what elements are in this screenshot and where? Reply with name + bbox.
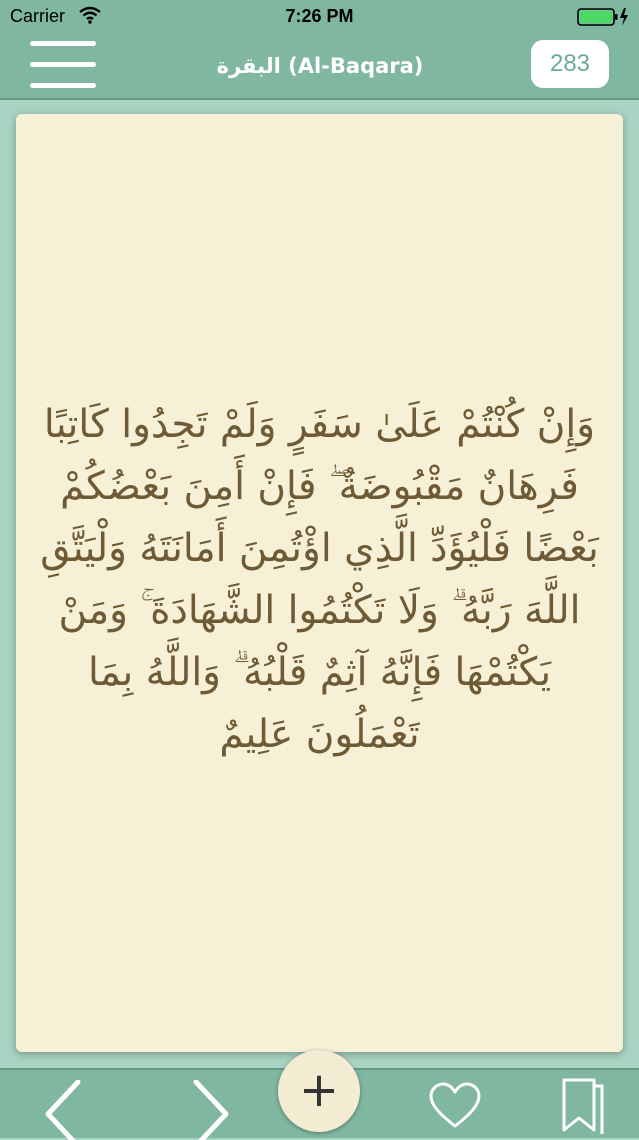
- bookmark-icon[interactable]: [558, 1078, 608, 1134]
- chevron-left-icon[interactable]: [42, 1080, 86, 1140]
- chevron-right-icon[interactable]: [188, 1080, 232, 1140]
- status-time: 7:26 PM: [285, 6, 354, 26]
- battery-charging-icon: [577, 8, 628, 26]
- page-number-badge[interactable]: 283: [531, 40, 609, 88]
- surah-title: البقرة (Al-Baqara): [216, 54, 424, 78]
- verse-text: وَإِنْ كُنْتُمْ عَلَىٰ سَفَرٍ وَلَمْ تَج…: [40, 402, 599, 757]
- add-button[interactable]: +: [278, 1050, 360, 1132]
- verse-card: وَإِنْ كُنْتُمْ عَلَىٰ سَفَرٍ وَلَمْ تَج…: [16, 114, 623, 1052]
- hamburger-menu-icon[interactable]: [30, 38, 98, 92]
- status-bar: Carrier 7:26 PM: [0, 0, 639, 34]
- navigation-bar: البقرة (Al-Baqara) 283: [0, 34, 639, 100]
- heart-outline-icon[interactable]: [428, 1082, 482, 1130]
